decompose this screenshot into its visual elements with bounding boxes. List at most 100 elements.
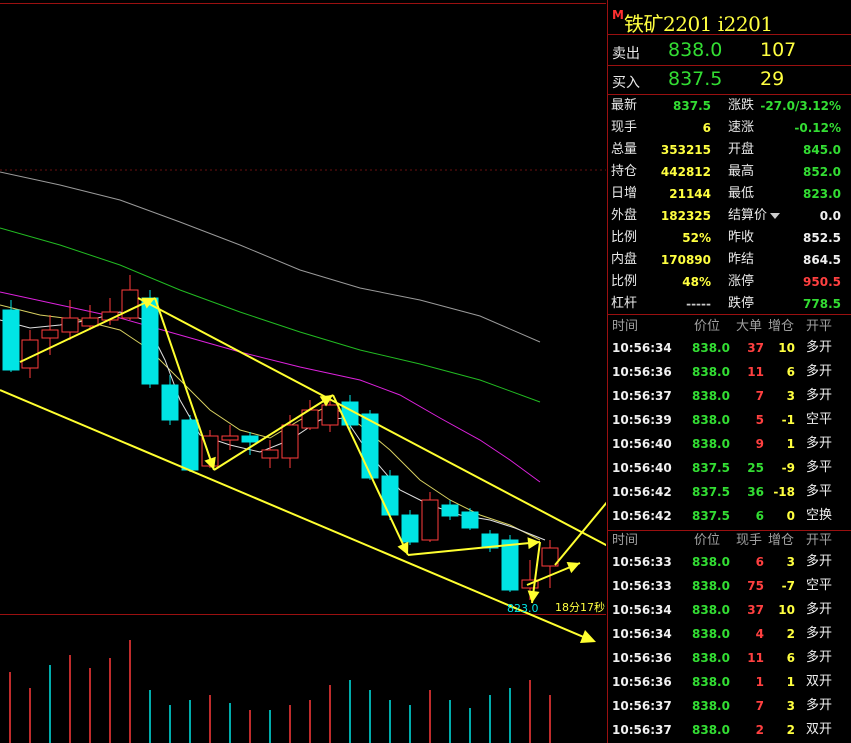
- tick-row[interactable]: 10:56:34 838.0 37 10 多开: [608, 598, 851, 622]
- stat-right: 速涨 -0.12%: [728, 117, 841, 139]
- stat-label: 开盘: [728, 142, 755, 157]
- tick-row[interactable]: 10:56:37 838.0 7 3 多开: [608, 694, 851, 718]
- tick-price: 837.5: [692, 509, 730, 523]
- candle-body: [161, 384, 179, 421]
- stat-left: 最新 837.5: [611, 95, 711, 117]
- tick-row[interactable]: 10:56:33 838.0 6 3 多开: [608, 550, 851, 574]
- stat-label: 现手: [611, 120, 638, 135]
- tick-oi-change: 2: [786, 627, 795, 641]
- tick-time: 10:56:33: [612, 579, 672, 593]
- tick-price: 838.0: [692, 365, 730, 379]
- tick-time: 10:56:34: [612, 603, 672, 617]
- tick-oi-change: 3: [786, 699, 795, 713]
- tick-oi-change: 2: [786, 723, 795, 737]
- tick-oi-change: 6: [786, 365, 795, 379]
- tick-row[interactable]: 10:56:36 838.0 11 6 多开: [608, 646, 851, 670]
- stat-label: 总量: [611, 142, 638, 157]
- tick-volume: 7: [755, 699, 764, 713]
- dropdown-icon[interactable]: [770, 212, 781, 219]
- stat-label: 内盘: [611, 252, 638, 267]
- candle-body: [121, 289, 139, 319]
- ticks-header-price: 价位: [694, 533, 721, 548]
- ticks-header-time: 时间: [612, 533, 639, 548]
- tick-price: 837.5: [692, 485, 730, 499]
- stat-value: -0.12%: [794, 121, 841, 135]
- tick-volume: 1: [755, 675, 764, 689]
- tick-volume: 9: [755, 437, 764, 451]
- stat-label: 比例: [611, 230, 638, 245]
- tick-type: 多开: [806, 626, 833, 641]
- tick-volume: 11: [747, 365, 764, 379]
- tick-row[interactable]: 10:56:36 838.0 11 6 多开: [608, 360, 851, 384]
- tick-row[interactable]: 10:56:36 838.0 1 1 双开: [608, 670, 851, 694]
- stat-value: 21144: [669, 187, 711, 201]
- stat-right: 跌停 778.5: [728, 293, 841, 315]
- tick-time: 10:56:42: [612, 485, 672, 499]
- stat-label: 比例: [611, 274, 638, 289]
- tick-oi-change: -7: [781, 579, 795, 593]
- tick-oi-change: -18: [773, 485, 795, 499]
- tick-type: 多开: [806, 340, 833, 355]
- stat-left: 持仓 442812: [611, 161, 711, 183]
- ask-label: 卖出: [612, 46, 640, 62]
- stat-right: 涨跌 -27.0/3.12%: [728, 95, 841, 117]
- tick-price: 838.0: [692, 437, 730, 451]
- candle-body: [41, 329, 59, 339]
- tick-row[interactable]: 10:56:37 838.0 2 2 双开: [608, 718, 851, 742]
- tick-oi-change: 10: [778, 341, 795, 355]
- tick-time: 10:56:34: [612, 341, 672, 355]
- candlestick-chart[interactable]: 823.0 18分17秒: [0, 0, 606, 743]
- tick-oi-change: 10: [778, 603, 795, 617]
- stat-right: 开盘 845.0: [728, 139, 841, 161]
- tick-time: 10:56:33: [612, 555, 672, 569]
- tick-type: 多开: [806, 698, 833, 713]
- tick-type: 空换: [806, 508, 833, 523]
- stat-label: 涨跌: [728, 98, 755, 113]
- tick-row[interactable]: 10:56:40 837.5 25 -9 多平: [608, 456, 851, 480]
- tick-row[interactable]: 10:56:34 838.0 37 10 多开: [608, 336, 851, 360]
- tick-row[interactable]: 10:56:39 838.0 5 -1 空平: [608, 408, 851, 432]
- ask-volume: 107: [760, 39, 797, 61]
- ask-row[interactable]: 卖出 838.0 107: [608, 37, 851, 65]
- ticks-header-chg: 增仓: [768, 319, 795, 334]
- tick-type: 多开: [806, 602, 833, 617]
- tick-volume: 36: [747, 485, 764, 499]
- tick-price: 838.0: [692, 699, 730, 713]
- tick-oi-change: -1: [781, 413, 795, 427]
- stat-right: 昨收 852.5: [728, 227, 841, 249]
- tick-type: 多平: [806, 460, 833, 475]
- instrument-header[interactable]: M 铁矿2201 i2201: [608, 4, 851, 36]
- stat-left: 杠杆 -----: [611, 293, 711, 315]
- stat-label: 最低: [728, 186, 755, 201]
- tick-row[interactable]: 10:56:34 838.0 4 2 多开: [608, 622, 851, 646]
- stat-label: 涨停: [728, 274, 755, 289]
- tick-type: 多平: [806, 484, 833, 499]
- tick-oi-change: 6: [786, 651, 795, 665]
- tick-type: 多开: [806, 364, 833, 379]
- quote-panel: M 铁矿2201 i2201 卖出 838.0 107 买入 837.5 29 …: [607, 0, 851, 743]
- tick-row[interactable]: 10:56:42 837.5 36 -18 多平: [608, 480, 851, 504]
- stat-value: 52%: [682, 231, 711, 245]
- stat-left: 比例 48%: [611, 271, 711, 293]
- candle-body: [261, 449, 279, 459]
- tick-volume: 37: [747, 341, 764, 355]
- stat-value: 182325: [660, 209, 711, 223]
- tick-row[interactable]: 10:56:33 838.0 75 -7 空平: [608, 574, 851, 598]
- ticks-header-type: 开平: [806, 533, 833, 548]
- tick-time: 10:56:36: [612, 365, 672, 379]
- stat-value: 6: [702, 121, 711, 135]
- stat-label: 昨收: [728, 230, 755, 245]
- ma-line-gray: [0, 171, 541, 343]
- stat-label: 结算价: [728, 205, 781, 227]
- tick-time: 10:56:39: [612, 413, 672, 427]
- tick-time: 10:56:40: [612, 437, 672, 451]
- ticks-header: 时间 价位 现手 增仓 开平: [608, 530, 851, 552]
- tick-time: 10:56:37: [612, 723, 672, 737]
- bid-row[interactable]: 买入 837.5 29: [608, 66, 851, 94]
- tick-volume: 7: [755, 389, 764, 403]
- tick-row[interactable]: 10:56:42 837.5 6 0 空换: [608, 504, 851, 528]
- tick-row[interactable]: 10:56:40 838.0 9 1 多开: [608, 432, 851, 456]
- tick-row[interactable]: 10:56:37 838.0 7 3 多开: [608, 384, 851, 408]
- tick-oi-change: -9: [781, 461, 795, 475]
- stat-left: 日增 21144: [611, 183, 711, 205]
